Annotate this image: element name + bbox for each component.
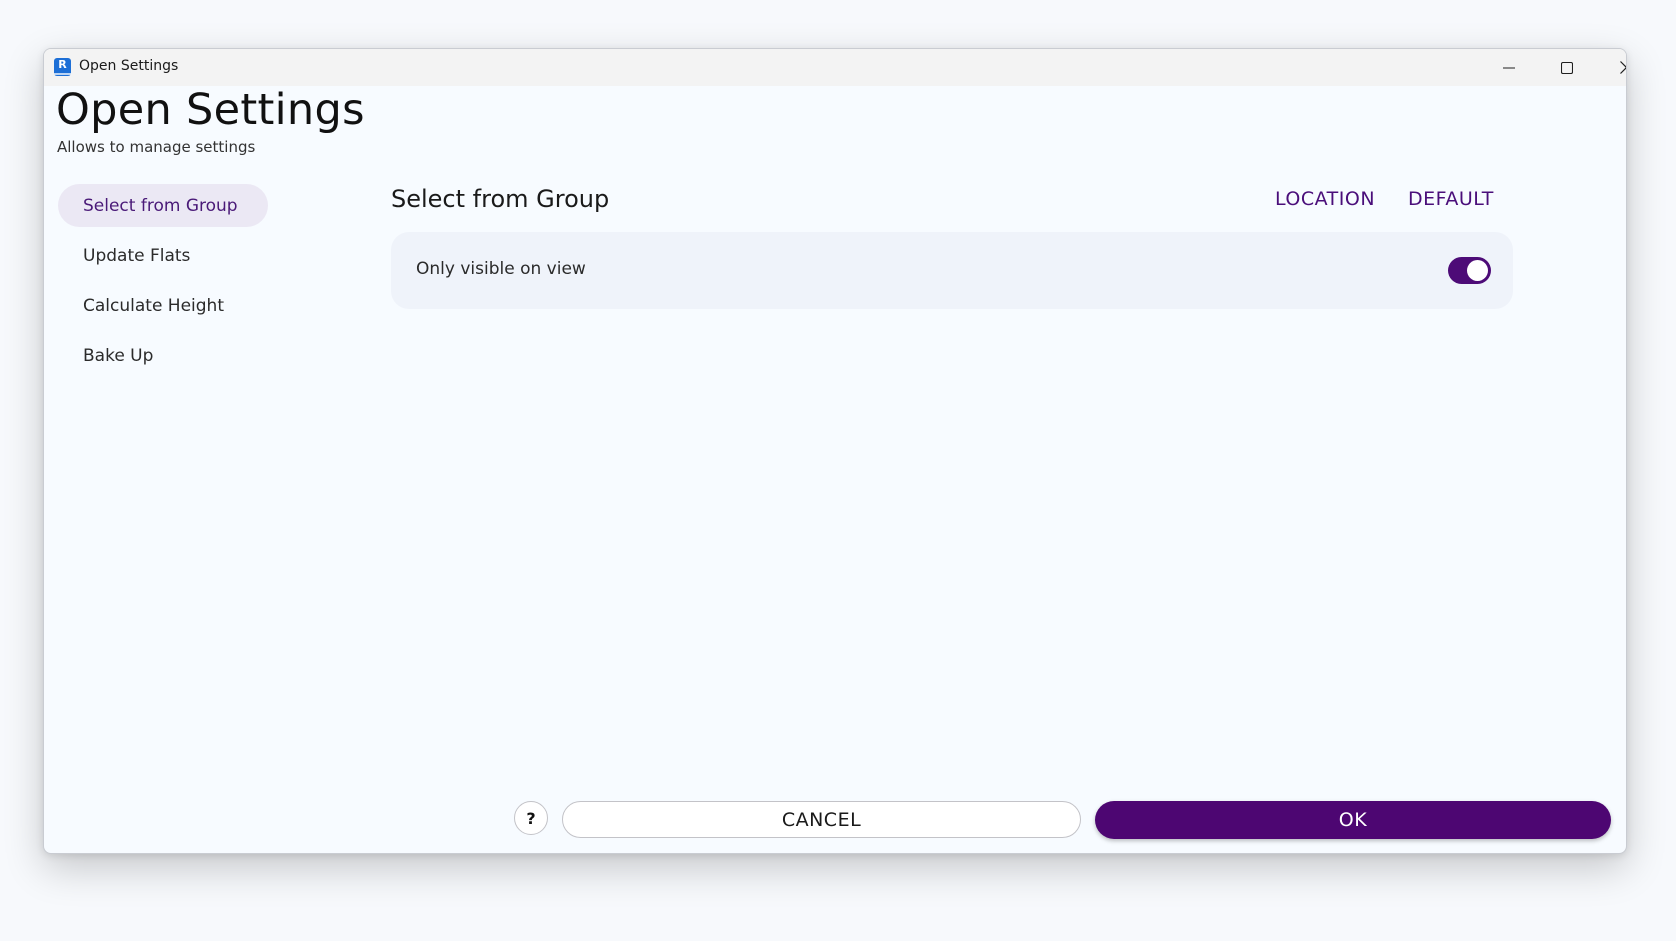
- close-icon: [1619, 61, 1626, 74]
- app-icon-underline: [54, 73, 71, 75]
- minimize-icon: [1503, 66, 1515, 69]
- help-icon: ?: [526, 808, 536, 828]
- default-button[interactable]: DEFAULT: [1408, 188, 1494, 210]
- sidebar-item-label: Update Flats: [83, 245, 191, 266]
- help-button[interactable]: ?: [514, 801, 548, 835]
- setting-row-only-visible-on-view: Only visible on view: [391, 232, 1513, 309]
- sidebar-item-label: Bake Up: [83, 345, 154, 366]
- setting-label: Only visible on view: [416, 259, 586, 279]
- sidebar-item-label: Calculate Height: [83, 295, 224, 316]
- settings-window: R Open Settings Open Settings Allows to …: [43, 48, 1627, 854]
- cancel-button[interactable]: CANCEL: [562, 801, 1081, 838]
- app-icon-letter: R: [58, 58, 67, 71]
- location-button[interactable]: LOCATION: [1275, 188, 1375, 210]
- window-title: Open Settings: [79, 58, 179, 74]
- minimize-button[interactable]: [1480, 49, 1538, 86]
- sidebar-item-select-from-group[interactable]: Select from Group: [58, 184, 268, 227]
- sidebar-item-bake-up[interactable]: Bake Up: [58, 334, 178, 377]
- maximize-icon: [1561, 61, 1573, 74]
- close-button[interactable]: [1597, 49, 1626, 86]
- revit-app-icon: R: [54, 58, 71, 76]
- maximize-button[interactable]: [1538, 49, 1596, 86]
- page-title: Open Settings: [56, 85, 365, 135]
- ok-button[interactable]: OK: [1095, 801, 1611, 839]
- sidebar-item-update-flats[interactable]: Update Flats: [58, 234, 215, 277]
- page-subtitle: Allows to manage settings: [57, 138, 256, 156]
- sidebar-item-calculate-height[interactable]: Calculate Height: [58, 284, 249, 327]
- section-title: Select from Group: [391, 185, 610, 213]
- only-visible-on-view-toggle[interactable]: [1448, 257, 1491, 284]
- title-bar[interactable]: R Open Settings: [44, 49, 1626, 86]
- sidebar-item-label: Select from Group: [83, 195, 238, 216]
- toggle-knob: [1467, 260, 1488, 281]
